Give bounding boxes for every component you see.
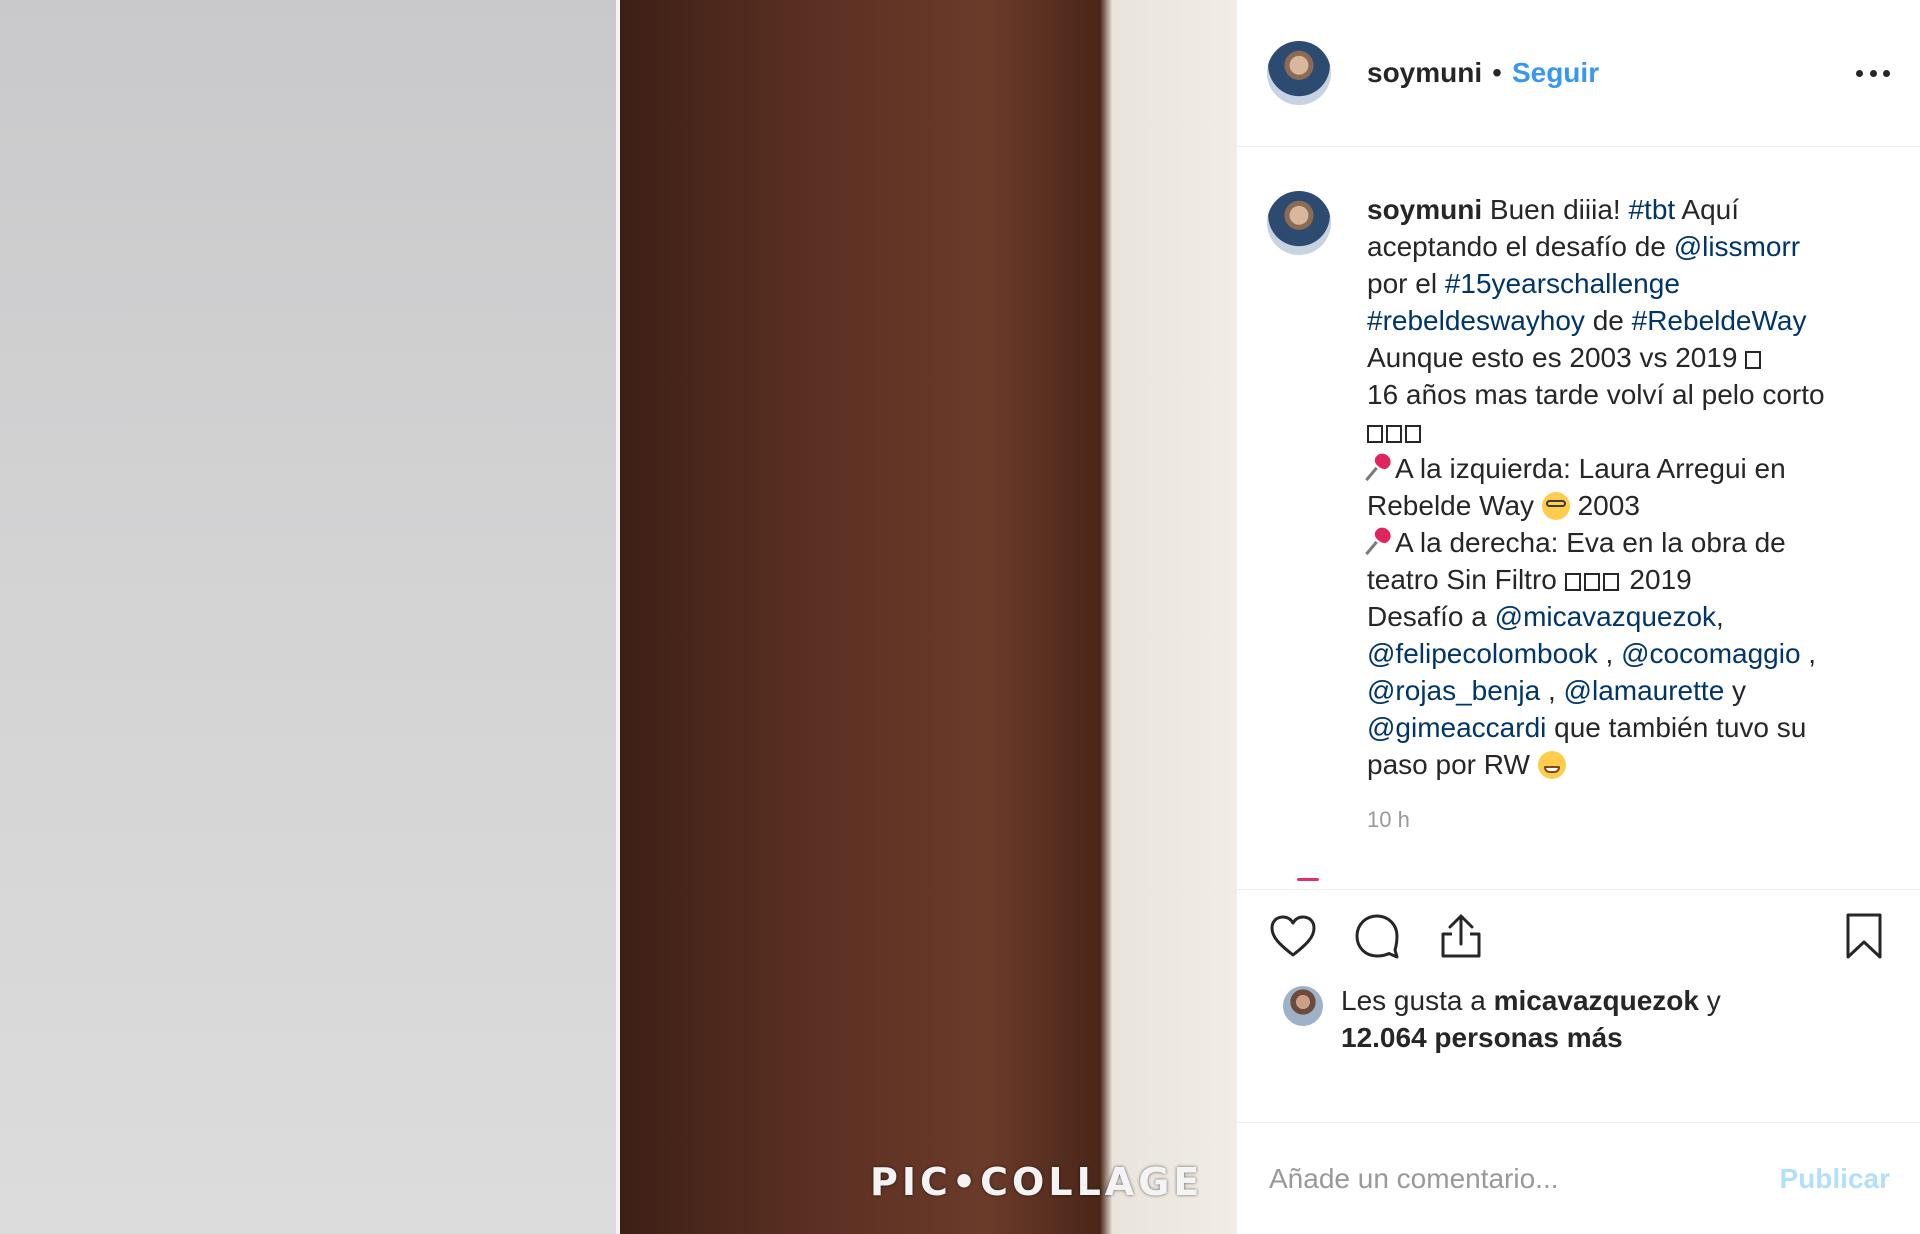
action-bar (1237, 890, 1920, 982)
pushpin-icon (1367, 528, 1395, 556)
missing-glyph-icon (1745, 351, 1762, 369)
caption-line: Aunque esto es 2003 vs 2019 (1367, 339, 1867, 376)
caption-line: Rebelde Way 2003 (1367, 487, 1867, 524)
hashtag-link[interactable]: #15yearschallenge (1445, 268, 1680, 299)
caption-row: soymuni Buen diiia! #tbt Aquí aceptando … (1267, 191, 1890, 783)
caption-text-span: y (1724, 675, 1747, 706)
mention-link[interactable]: @lamaurette (1564, 675, 1725, 706)
caption-text-span: , (1800, 638, 1817, 669)
comment-form: Publicar (1237, 1122, 1920, 1234)
caption-line: teatro Sin Filtro 2019 (1367, 561, 1867, 598)
caption-text-span: Desafío a (1367, 601, 1495, 632)
likes-summary: Les gusta a micavazquezok y 12.064 perso… (1237, 982, 1920, 1060)
caption-text-span: , (1716, 601, 1724, 632)
grinning-face-icon (1537, 751, 1566, 779)
likes-text: Les gusta a micavazquezok y 12.064 perso… (1341, 982, 1721, 1060)
mention-link[interactable]: @felipecolombook (1367, 638, 1598, 669)
bookmark-icon[interactable] (1838, 910, 1890, 962)
caption-section: soymuni Buen diiia! #tbt Aquí aceptando … (1237, 147, 1920, 890)
missing-glyph-icon (1602, 573, 1619, 591)
caption-line: A la izquierda: Laura Arregui en (1367, 450, 1867, 487)
caption-text-span: 2003 (1569, 490, 1640, 521)
caption-text-span: de (1584, 305, 1632, 336)
caption-text-span: Rebelde Way (1367, 490, 1542, 521)
hashtag-link[interactable]: #rebeldeswayhoy (1367, 305, 1585, 336)
caption-text-span: , (1597, 638, 1622, 669)
post-header: soymuni • Seguir (1237, 0, 1920, 147)
caption-line: @rojas_benja , @lamaurette y (1367, 672, 1867, 709)
more-horizontal-icon[interactable] (1856, 68, 1890, 78)
mention-link[interactable]: @gimeaccardi (1367, 712, 1546, 743)
caption-line (1367, 413, 1867, 450)
header-separator: • (1492, 57, 1502, 88)
caption-line: paso por RW (1367, 746, 1867, 783)
caption-text-span: Aquí (1675, 194, 1740, 225)
caption-line: @gimeaccardi que también tuvo su (1367, 709, 1867, 746)
caption-text-span: que también tuvo su (1546, 712, 1807, 743)
collage-watermark: PIC•COLLAGE (870, 1160, 1204, 1204)
missing-glyph-icon (1564, 573, 1581, 591)
caption-text-span: paso por RW (1367, 749, 1538, 780)
mention-link[interactable]: @lissmorr (1674, 231, 1800, 262)
publish-button[interactable]: Publicar (1780, 1163, 1890, 1195)
mention-link[interactable]: @cocomaggio (1621, 638, 1800, 669)
likes-count[interactable]: 12.064 personas más (1341, 1022, 1623, 1053)
hashtag-link[interactable]: #tbt (1628, 194, 1675, 225)
post-timestamp[interactable]: 10 h (1367, 807, 1890, 833)
liker-username[interactable]: micavazquezok (1494, 985, 1699, 1016)
caption-text-span: por el (1367, 268, 1445, 299)
caption-line: por el #15yearschallenge (1367, 265, 1867, 302)
comment-input[interactable] (1267, 1161, 1780, 1196)
instagram-post: PIC•COLLAGE soymuni • Seguir soymuni Bue… (0, 0, 1920, 1234)
caption-line: aceptando el desafío de @lissmorr (1367, 228, 1867, 265)
caption-text: soymuni Buen diiia! #tbt Aquí aceptando … (1367, 191, 1867, 783)
loading-indicator (1297, 878, 1319, 881)
caption-text-span: teatro Sin Filtro (1367, 564, 1565, 595)
likes-middle: y (1698, 985, 1721, 1016)
author-username[interactable]: soymuni (1367, 57, 1482, 89)
caption-line: @felipecolombook , @cocomaggio , (1367, 635, 1867, 672)
caption-text-span: aceptando el desafío de (1367, 231, 1674, 262)
caption-text-span: Aunque esto es 2003 vs 2019 (1367, 342, 1746, 373)
author-avatar[interactable] (1267, 41, 1331, 105)
caption-text-span: A la izquierda: Laura Arregui en (1395, 453, 1786, 484)
mention-link[interactable]: @micavazquezok (1495, 601, 1716, 632)
caption-line: 16 años mas tarde volví al pelo corto (1367, 376, 1867, 413)
collage-photo-left (0, 0, 618, 1234)
caption-text-span: 2019 (1621, 564, 1692, 595)
caption-avatar[interactable] (1267, 191, 1331, 255)
hashtag-link[interactable]: #RebeldeWay (1632, 305, 1807, 336)
missing-glyph-icon (1386, 425, 1402, 443)
caption-text-span: Buen diiia! (1489, 194, 1629, 225)
mention-link[interactable]: @rojas_benja (1367, 675, 1540, 706)
comment-icon[interactable] (1351, 910, 1403, 962)
missing-glyph-icon (1583, 573, 1600, 591)
caption-text-span: 16 años mas tarde volví al pelo corto (1367, 379, 1825, 410)
caption-line: Desafío a @micavazquezok, (1367, 598, 1867, 635)
share-icon[interactable] (1435, 910, 1487, 962)
collage-divider (616, 0, 620, 1234)
caption-username[interactable]: soymuni (1367, 194, 1482, 225)
heart-icon[interactable] (1267, 910, 1319, 962)
caption-text-span: , (1540, 675, 1564, 706)
likes-prefix: Les gusta a (1341, 985, 1494, 1016)
pushpin-icon (1367, 454, 1395, 482)
missing-glyph-icon (1367, 425, 1383, 443)
caption-line: A la derecha: Eva en la obra de (1367, 524, 1867, 561)
liker-avatar[interactable] (1283, 986, 1323, 1026)
caption-line: #rebeldeswayhoy de #RebeldeWay (1367, 302, 1867, 339)
follow-button[interactable]: Seguir (1512, 57, 1599, 89)
caption-line: soymuni Buen diiia! #tbt Aquí (1367, 191, 1867, 228)
post-media-collage[interactable]: PIC•COLLAGE (0, 0, 1236, 1234)
nerd-face-icon (1541, 492, 1570, 520)
collage-photo-right (618, 0, 1236, 1234)
post-sidebar: soymuni • Seguir soymuni Buen diiia! #tb… (1236, 0, 1920, 1234)
missing-glyph-icon (1405, 425, 1421, 443)
caption-text-span: A la derecha: Eva en la obra de (1395, 527, 1786, 558)
